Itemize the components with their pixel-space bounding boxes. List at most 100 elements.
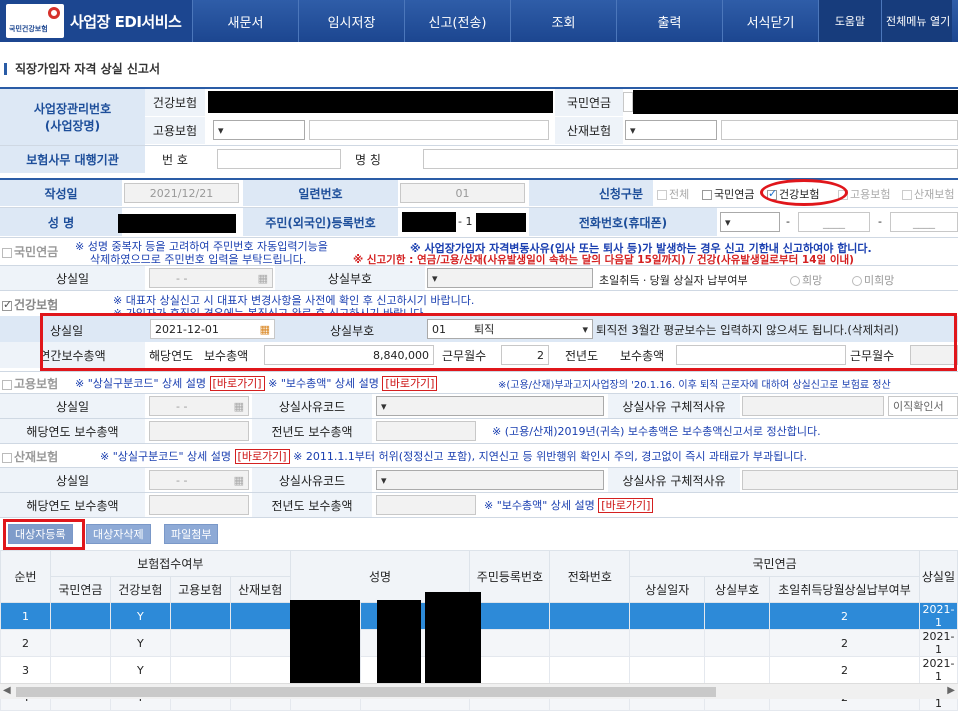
col-first-pay[interactable]: 초일취득당월상실납부여부 bbox=[769, 576, 920, 603]
ind-reason-detail-label: 상실사유 구체적사유 bbox=[608, 468, 740, 492]
industrial-link-2[interactable]: [바로가기] bbox=[598, 498, 654, 513]
col-no[interactable]: 순번 bbox=[0, 550, 51, 603]
transfer-confirm-button[interactable]: 이직확인서 bbox=[888, 396, 958, 416]
col-pension[interactable]: 국민연금 bbox=[49, 576, 111, 603]
phone-label: 전화번호(휴대폰) bbox=[529, 208, 717, 236]
phone-mid-field[interactable]: ____ bbox=[798, 212, 870, 232]
pension-loss-code-label: 상실부호 bbox=[275, 266, 425, 290]
scroll-right-icon[interactable]: ▶ bbox=[947, 685, 955, 696]
col-employment[interactable]: 고용보험 bbox=[169, 576, 231, 603]
delete-target-button[interactable]: 대상자삭제 bbox=[86, 524, 151, 544]
redacted-health-no bbox=[208, 91, 553, 113]
menu-all-open[interactable]: 전체메뉴 열기 bbox=[881, 0, 952, 42]
col-loss-date2[interactable]: 상실일 bbox=[918, 550, 958, 603]
employment-note-a: ※ "상실구분코드" 상세 설명 [바로가기] ※ "보수총액" 상세 설명 [… bbox=[75, 375, 438, 391]
calendar-icon: ▦ bbox=[233, 473, 244, 487]
menu-close-form[interactable]: 서식닫기 bbox=[722, 0, 818, 42]
name-label: 성 명 bbox=[0, 208, 122, 236]
app-title: 사업장 EDI서비스 bbox=[70, 12, 182, 31]
rrn-separator: - 1 bbox=[458, 215, 473, 228]
employment-label: 고용보험 bbox=[145, 117, 205, 144]
highlight-box-register bbox=[3, 519, 85, 550]
scrollbar-thumb[interactable] bbox=[16, 687, 716, 697]
menu-submit[interactable]: 신고(전송) bbox=[404, 0, 510, 42]
employment-link-1[interactable]: [바로가기] bbox=[209, 376, 265, 391]
col-np-group: 국민연금 bbox=[629, 550, 920, 577]
ind-year-total-field bbox=[149, 495, 249, 515]
top-nav: 국민건강보험 사업장 EDI서비스 새문서 임시저장 신고(전송) 조회 출력 … bbox=[0, 0, 958, 42]
menu-new-doc[interactable]: 새문서 bbox=[192, 0, 298, 42]
emp-prev-total-field bbox=[376, 421, 476, 441]
redacted-pension-no bbox=[633, 90, 958, 114]
phone-prefix-select[interactable] bbox=[720, 212, 780, 232]
ind-reason-detail-field bbox=[742, 470, 958, 490]
emp-reason-detail-field bbox=[742, 396, 884, 416]
industrial-note-a: ※ "상실구분코드" 상세 설명 [바로가기] ※ 2011.1.1부터 허위(… bbox=[100, 449, 808, 464]
pension-section-toggle[interactable]: 국민연금 bbox=[2, 243, 58, 260]
emp-reason-code-label: 상실사유코드 bbox=[252, 394, 372, 418]
agency-number-field[interactable] bbox=[217, 149, 341, 169]
employment-select[interactable] bbox=[213, 120, 305, 140]
agency-name-field[interactable] bbox=[423, 149, 958, 169]
pension-no-field[interactable] bbox=[623, 92, 633, 112]
col-health[interactable]: 건강보험 bbox=[109, 576, 171, 603]
employment-name-field[interactable] bbox=[309, 120, 549, 140]
emp-loss-date-field: - - ▦ bbox=[149, 396, 249, 416]
rrn-label: 주민(외국인)등록번호 bbox=[243, 208, 398, 236]
agency-number-label: 번 호 bbox=[145, 146, 205, 173]
serial-field: 01 bbox=[400, 183, 525, 203]
menu-print[interactable]: 출력 bbox=[616, 0, 722, 42]
menu-help[interactable]: 도움말 bbox=[818, 0, 881, 42]
ind-year-total-label: 해당연도 보수총액 bbox=[0, 493, 145, 517]
emp-year-total-label: 해당연도 보수총액 bbox=[0, 419, 145, 443]
pension-opt-no[interactable]: 미희망 bbox=[852, 272, 894, 288]
scroll-left-icon[interactable]: ◀ bbox=[3, 685, 11, 696]
industrial-select[interactable] bbox=[625, 120, 717, 140]
col-rrn[interactable]: 주민등록번호 bbox=[469, 550, 551, 603]
redacted-grid-name bbox=[290, 600, 360, 683]
col-phone[interactable]: 전화번호 bbox=[549, 550, 631, 603]
pension-opt-yes[interactable]: 희망 bbox=[790, 272, 822, 288]
ind-loss-date-field: - - ▦ bbox=[149, 470, 249, 490]
col-loss-code[interactable]: 상실부호 bbox=[704, 576, 771, 603]
agency-label: 보험사무 대행기관 bbox=[0, 146, 145, 173]
phone-dash-1: - bbox=[786, 215, 790, 228]
industrial-name-field[interactable] bbox=[721, 120, 958, 140]
menu-search[interactable]: 조회 bbox=[510, 0, 616, 42]
pension-loss-date-field: - - ▦ bbox=[149, 268, 273, 288]
menu-temp-save[interactable]: 임시저장 bbox=[298, 0, 404, 42]
redacted-rrn-back bbox=[476, 213, 526, 232]
health-section-toggle[interactable]: ✓ 건강보험 bbox=[2, 296, 58, 313]
calendar-icon: ▦ bbox=[257, 271, 268, 285]
redacted-grid-rrn-2 bbox=[425, 592, 481, 683]
phone-last-field[interactable]: ____ bbox=[890, 212, 958, 232]
emp-year-total-field bbox=[149, 421, 249, 441]
pension-label: 국민연금 bbox=[555, 89, 623, 116]
write-date-label: 작성일 bbox=[0, 180, 122, 206]
redacted-grid-rrn-1 bbox=[377, 600, 421, 683]
industrial-link-1[interactable]: [바로가기] bbox=[234, 449, 290, 464]
write-date-field: 2021/12/21 bbox=[124, 183, 239, 203]
app-logo[interactable]: 국민건강보험 사업장 EDI서비스 bbox=[0, 0, 192, 42]
emp-loss-date-label: 상실일 bbox=[0, 394, 145, 418]
attach-file-button[interactable]: 파일첨부 bbox=[164, 524, 219, 544]
employment-link-2[interactable]: [바로가기] bbox=[382, 376, 438, 391]
redacted-rrn-front bbox=[402, 212, 456, 232]
industrial-section-toggle[interactable]: 산재보험 bbox=[2, 448, 58, 465]
apply-all[interactable]: 전체 bbox=[657, 186, 689, 202]
pension-loss-date-label: 상실일 bbox=[0, 266, 145, 290]
col-industrial[interactable]: 산재보험 bbox=[229, 576, 291, 603]
ind-prev-total-label: 전년도 보수총액 bbox=[252, 493, 372, 517]
health-label: 건강보험 bbox=[145, 89, 205, 116]
apply-industrial[interactable]: 산재보험 bbox=[902, 186, 954, 202]
industrial-note-c: ※ "보수총액" 상세 설명 [바로가기] bbox=[484, 497, 654, 513]
horizontal-scrollbar[interactable]: ◀ ▶ bbox=[0, 683, 958, 699]
serial-label: 일련번호 bbox=[243, 180, 398, 206]
apply-pension[interactable]: 국민연금 bbox=[702, 186, 754, 202]
pension-loss-code-select bbox=[427, 268, 593, 288]
employment-section-toggle[interactable]: 고용보험 bbox=[2, 375, 58, 392]
highlight-box-health bbox=[40, 313, 957, 371]
col-loss-date[interactable]: 상실일자 bbox=[629, 576, 706, 603]
agency-name-label: 명 칭 bbox=[355, 153, 381, 167]
calendar-icon: ▦ bbox=[233, 399, 244, 413]
